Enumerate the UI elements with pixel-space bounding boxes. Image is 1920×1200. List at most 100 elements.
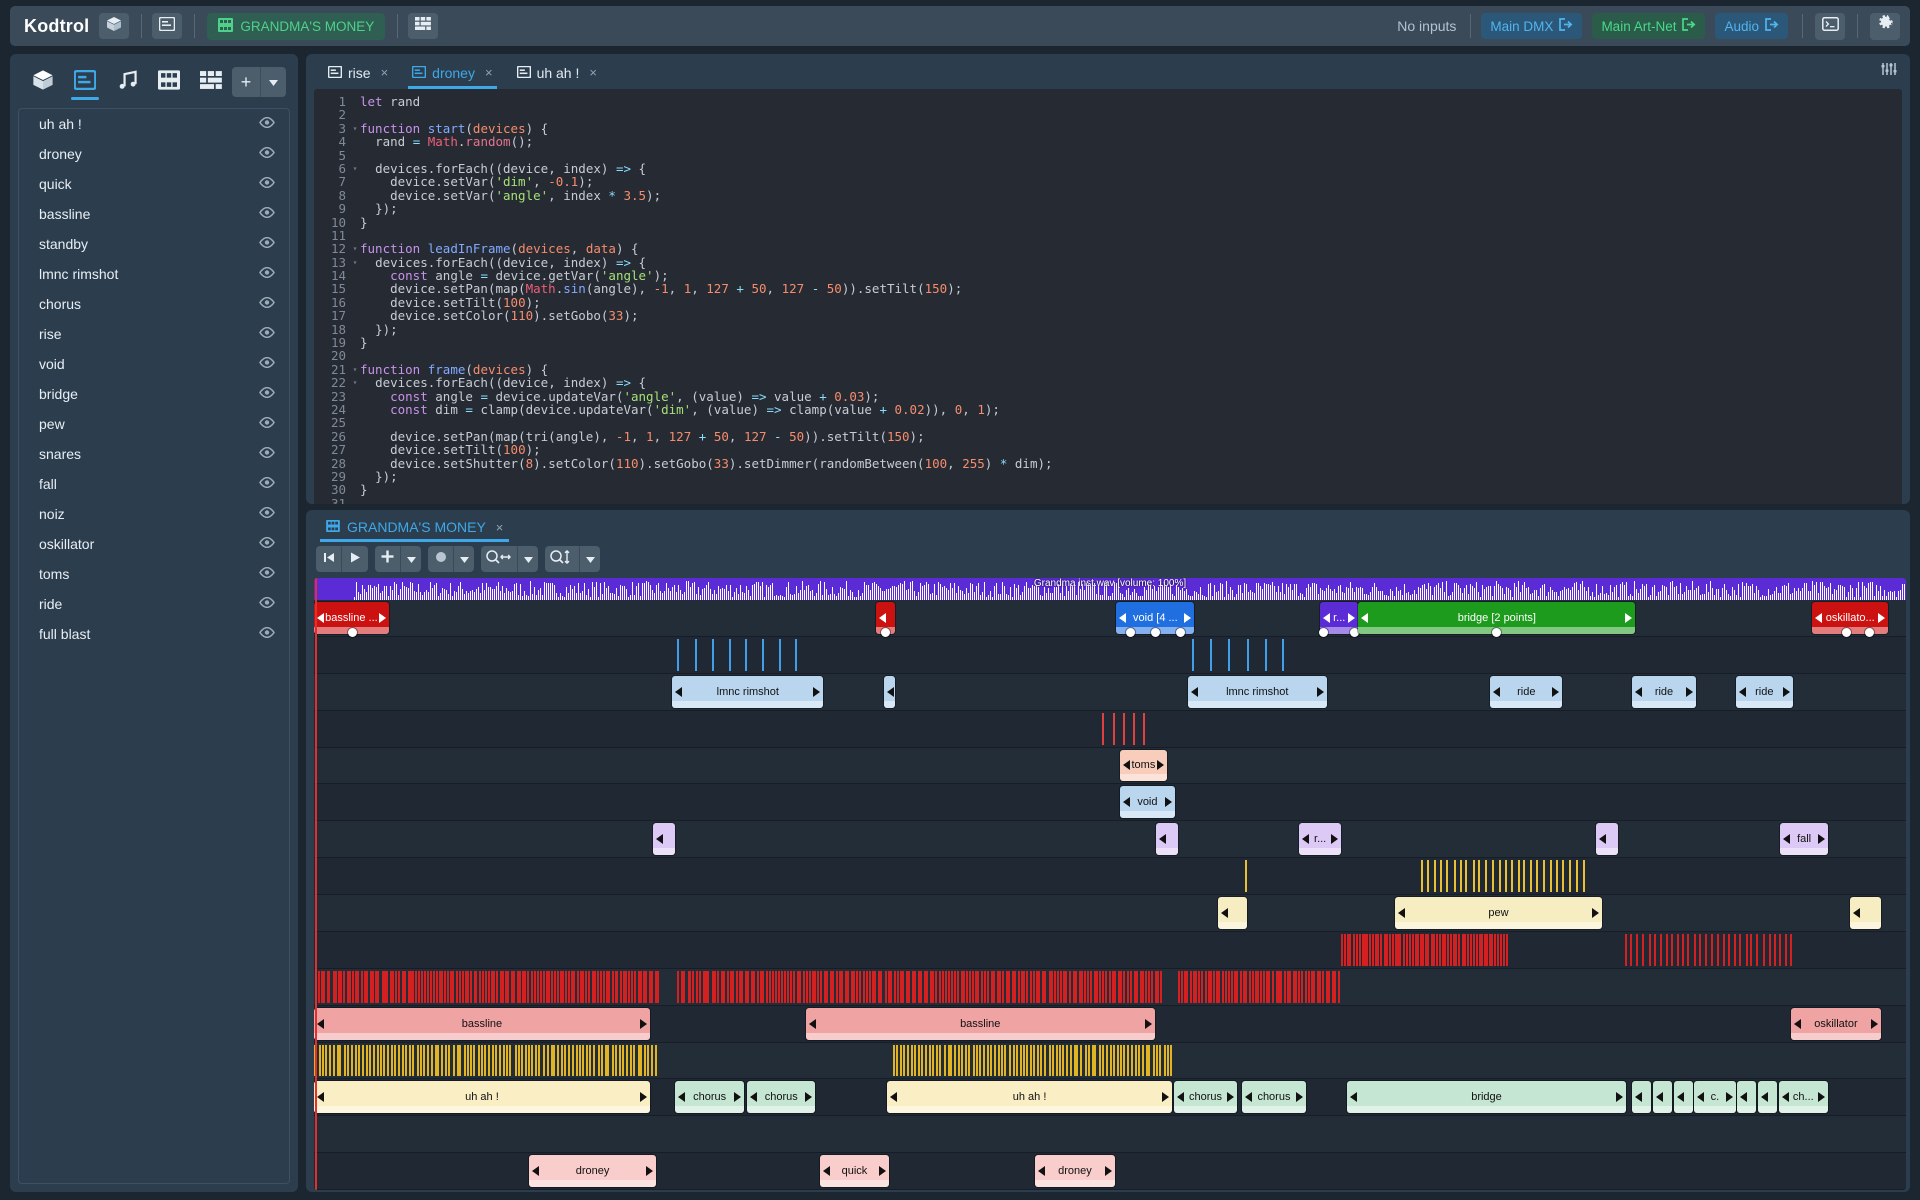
script-list-item[interactable]: quick (19, 169, 289, 199)
clip-start-handle[interactable] (678, 1092, 686, 1103)
zoom-vertical-button[interactable] (545, 546, 580, 572)
script-list-item[interactable]: droney (19, 139, 289, 169)
clip-end-handle[interactable] (1817, 1092, 1825, 1103)
scripts-toggle-button[interactable] (152, 13, 183, 39)
code-editor[interactable]: 1 let rand 2 3 ▾ function start(devices) {4 r… (314, 89, 1902, 504)
eye-icon[interactable] (259, 115, 275, 133)
add-layer-button[interactable] (375, 546, 401, 572)
editor-tab-uh-ah-[interactable]: uh ah ! × (505, 56, 609, 89)
automation-node[interactable] (1175, 627, 1185, 637)
clip-start-handle[interactable] (890, 1092, 898, 1103)
fold-marker[interactable]: ▾ (350, 162, 360, 175)
timeline-clip[interactable]: oskillator (1791, 1007, 1881, 1040)
close-icon[interactable]: × (485, 65, 493, 80)
timeline-clip[interactable]: c. (1694, 1081, 1736, 1114)
eye-icon[interactable] (259, 535, 275, 553)
clip-start-handle[interactable] (1598, 834, 1606, 845)
timeline-clip[interactable] (1652, 1081, 1672, 1114)
add-layer-dropdown[interactable] (401, 546, 421, 572)
clip-start-handle[interactable] (656, 834, 664, 845)
timeline-clip[interactable]: ride (1735, 675, 1793, 708)
fold-marker[interactable]: ▾ (350, 122, 360, 135)
sidebar-tab-boards[interactable] (190, 64, 232, 100)
timeline-lane[interactable] (314, 747, 1906, 785)
timeline-lane[interactable] (314, 1116, 1906, 1154)
eye-icon[interactable] (259, 625, 275, 643)
clip-start-handle[interactable] (750, 1092, 758, 1103)
script-list-item[interactable]: snares (19, 439, 289, 469)
close-icon[interactable]: × (589, 65, 597, 80)
script-list-item[interactable]: bridge (19, 379, 289, 409)
timeline-lane[interactable] (314, 784, 1906, 822)
clip-end-handle[interactable] (1685, 686, 1693, 697)
fold-marker[interactable]: ▾ (350, 256, 360, 269)
record-button[interactable] (428, 546, 454, 572)
clip-end-handle[interactable] (1870, 1018, 1878, 1029)
clip-start-handle[interactable] (1783, 834, 1791, 845)
clip-end-handle[interactable] (1782, 686, 1790, 697)
clip-start-handle[interactable] (886, 686, 894, 697)
timeline-clip[interactable]: ch... (1778, 1081, 1828, 1114)
timeline-lane[interactable] (314, 636, 1906, 674)
eye-icon[interactable] (259, 595, 275, 613)
timeline-lane[interactable] (314, 710, 1906, 748)
clip-end-handle[interactable] (813, 686, 821, 697)
script-list-item[interactable]: uh ah ! (19, 109, 289, 139)
timeline-clip[interactable]: ride (1490, 675, 1563, 708)
clip-start-handle[interactable] (1676, 1092, 1684, 1103)
timeline-lane[interactable] (314, 895, 1906, 932)
timeline-clip[interactable]: bridge (1347, 1081, 1626, 1114)
add-script-button[interactable]: + (232, 67, 260, 97)
clip-end-handle[interactable] (1591, 907, 1599, 918)
eye-icon[interactable] (259, 235, 275, 253)
timeline-clip[interactable]: chorus (1173, 1081, 1238, 1114)
output-main-artnet[interactable]: Main Art-Net (1592, 13, 1706, 39)
clip-end-handle[interactable] (878, 1166, 886, 1177)
clip-start-handle[interactable] (675, 686, 683, 697)
fold-marker[interactable]: ▾ (350, 376, 360, 389)
clip-end-handle[interactable] (1878, 612, 1886, 623)
clip-start-handle[interactable] (1350, 1092, 1358, 1103)
script-list-item[interactable]: bassline (19, 199, 289, 229)
script-list-item[interactable]: lmnc rimshot (19, 259, 289, 289)
clip-start-handle[interactable] (1760, 1092, 1768, 1103)
timeline-clip[interactable]: toms (1119, 749, 1168, 782)
automation-node[interactable] (1150, 627, 1160, 637)
sidebar-tab-timelines[interactable] (148, 64, 190, 100)
clip-end-handle[interactable] (1348, 612, 1356, 623)
clip-end-handle[interactable] (639, 1092, 647, 1103)
clip-start-handle[interactable] (1635, 686, 1643, 697)
sidebar-tab-scripts[interactable] (64, 64, 106, 100)
automation-node[interactable] (1841, 627, 1851, 637)
script-list-item[interactable]: toms (19, 559, 289, 589)
project-timeline-button[interactable]: GRANDMA'S MONEY (207, 12, 386, 40)
timeline-clip[interactable]: r... (1299, 823, 1341, 856)
timeline-clip[interactable]: void (1119, 786, 1176, 819)
clip-start-handle[interactable] (317, 1092, 324, 1103)
clip-end-handle[interactable] (1295, 1092, 1303, 1103)
clip-start-handle[interactable] (1794, 1018, 1802, 1029)
devices-toggle-button[interactable] (99, 13, 130, 39)
zoom-horizontal-dropdown[interactable] (518, 546, 538, 572)
clip-end-handle[interactable] (1615, 1092, 1623, 1103)
clip-start-handle[interactable] (1323, 612, 1331, 623)
timeline-clip[interactable]: droney (528, 1155, 657, 1187)
eye-icon[interactable] (259, 175, 275, 193)
clip-start-handle[interactable] (1781, 1092, 1789, 1103)
automation-node[interactable] (1125, 627, 1135, 637)
clip-start-handle[interactable] (1122, 797, 1130, 808)
clip-start-handle[interactable] (1176, 1092, 1184, 1103)
clip-end-handle[interactable] (1227, 1092, 1235, 1103)
timeline-clip[interactable]: bassline (805, 1007, 1155, 1040)
eye-icon[interactable] (259, 145, 275, 163)
clip-start-handle[interactable] (1159, 834, 1167, 845)
playhead[interactable] (315, 578, 317, 1190)
clip-end-handle[interactable] (1104, 1166, 1112, 1177)
timeline-clip[interactable]: quick (820, 1155, 889, 1187)
settings-button[interactable] (1870, 12, 1900, 40)
clip-start-handle[interactable] (1191, 686, 1198, 697)
eye-icon[interactable] (259, 355, 275, 373)
clip-start-handle[interactable] (823, 1166, 831, 1177)
timeline-clip[interactable]: chorus (675, 1081, 744, 1114)
script-list-item[interactable]: standby (19, 229, 289, 259)
